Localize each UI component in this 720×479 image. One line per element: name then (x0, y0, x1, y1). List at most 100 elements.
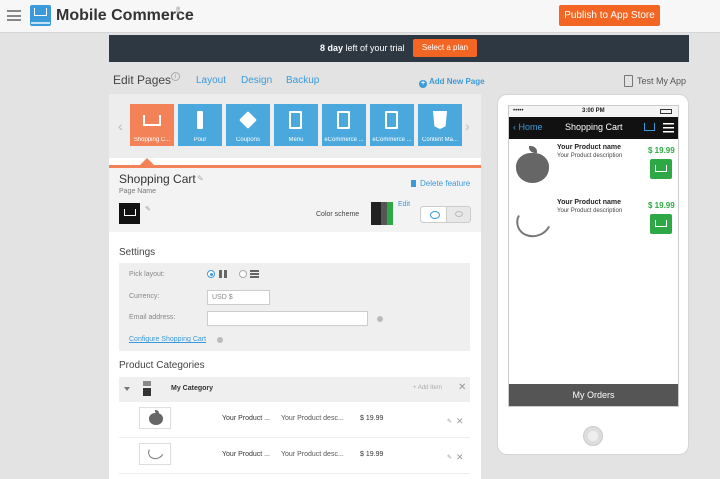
apple-icon (513, 146, 553, 186)
page-tile-label: Menu (288, 137, 304, 143)
page-tile-label: Coupons (235, 137, 261, 143)
status-time: 3:00 PM (582, 108, 605, 114)
category-name[interactable]: My Category (171, 385, 213, 392)
status-bar: ••••• 3:00 PM (509, 106, 678, 117)
tab-layout[interactable]: Layout (196, 75, 226, 86)
active-page-pointer (140, 158, 154, 165)
feature-appearance-row: ✎ Color scheme Edit (109, 200, 481, 232)
page-tile-menu[interactable]: Menu (274, 104, 318, 146)
page-tile-ecommerce-2[interactable]: eCommerce ... (370, 104, 414, 146)
chevron-right-icon[interactable]: › (465, 118, 470, 134)
table-row[interactable]: Your Product ... Your Product desc... $ … (119, 402, 470, 438)
pencil-icon[interactable]: ✎ (197, 174, 204, 183)
eye-icon[interactable] (421, 207, 447, 222)
cart-icon (143, 115, 161, 126)
signal-icon: ••••• (513, 108, 524, 114)
hamburger-menu-icon[interactable] (7, 10, 21, 21)
add-new-page-button[interactable]: + Add New Page (419, 77, 485, 88)
phone-preview: ••••• 3:00 PM ‹ Home Shopping Cart Your … (497, 94, 689, 455)
page-tile-label: Pour (193, 137, 207, 143)
feature-title: Shopping Cart (119, 172, 196, 186)
pencil-icon[interactable]: ✎ (145, 205, 151, 213)
page-tile-coupons[interactable]: Coupons (226, 104, 270, 146)
feature-icon-thumbnail[interactable] (119, 203, 140, 224)
pencil-icon[interactable]: ✎ (447, 418, 452, 425)
back-button[interactable]: ‹ Home (513, 122, 543, 132)
chevron-down-icon[interactable] (124, 387, 130, 391)
document-icon (289, 111, 302, 129)
product-description: Your Product desc... (281, 415, 344, 422)
delete-feature-button[interactable]: Delete feature (411, 179, 470, 188)
table-row[interactable]: Your Product ... Your Product desc... $ … (119, 438, 470, 474)
tab-backup[interactable]: Backup (286, 75, 319, 86)
phone-navbar: ‹ Home Shopping Cart (509, 117, 678, 139)
layout-list-radio[interactable] (239, 270, 247, 278)
currency-select[interactable]: USD $ (207, 290, 270, 305)
feature-header: Shopping Cart ✎ Page Name Delete feature… (109, 168, 481, 232)
battery-icon (660, 109, 672, 114)
info-icon[interactable] (217, 337, 223, 343)
product-categories-title: Product Categories (119, 360, 205, 371)
page-tile-label: Shopping C... (133, 137, 171, 143)
document-icon (337, 111, 350, 129)
grid-layout-icon (219, 270, 227, 278)
add-item-button[interactable]: + Add Item (413, 385, 442, 391)
pick-layout-label: Pick layout: (129, 271, 165, 278)
add-to-cart-button[interactable] (650, 214, 672, 234)
page-tile-content-manager[interactable]: Content Ma... (418, 104, 462, 146)
tag-icon (239, 111, 257, 129)
product-name: Your Product ... (222, 451, 270, 458)
my-orders-button[interactable]: My Orders (509, 384, 678, 406)
email-field[interactable] (207, 311, 368, 326)
phone-screen: ••••• 3:00 PM ‹ Home Shopping Cart Your … (508, 105, 679, 407)
trash-icon (411, 180, 416, 187)
layout-grid-radio[interactable] (207, 270, 215, 278)
trial-message: left of your trial (343, 43, 405, 53)
select-plan-button[interactable]: Select a plan (413, 39, 477, 57)
color-scheme-edit-link[interactable]: Edit (398, 201, 410, 208)
product-price: $ 19.99 (648, 201, 675, 210)
phone-nav-title: Shopping Cart (565, 122, 623, 132)
configure-shopping-cart-link[interactable]: Configure Shopping Cart (129, 336, 206, 343)
page-tile-shopping-cart[interactable]: Shopping C... (130, 104, 174, 146)
product-price: $ 19.99 (360, 451, 384, 458)
delete-feature-label: Delete feature (420, 179, 471, 188)
publish-button[interactable]: Publish to App Store (559, 5, 660, 26)
category-icon (143, 381, 151, 396)
color-scheme-label: Color scheme (316, 211, 360, 218)
home-button[interactable] (583, 426, 603, 446)
info-icon[interactable] (377, 316, 383, 322)
trial-days: 8 day (320, 43, 344, 53)
product-name: Your Product name (557, 199, 622, 206)
eye-hidden-icon[interactable] (455, 211, 463, 217)
pencil-icon[interactable]: ✎ (447, 454, 452, 461)
phone-icon (624, 75, 633, 87)
tab-design[interactable]: Design (241, 75, 272, 86)
list-item[interactable]: Your Product name Your Product descripti… (509, 141, 678, 196)
product-price: $ 19.99 (360, 415, 384, 422)
document-icon (385, 111, 398, 129)
add-new-page-label: Add New Page (429, 77, 485, 86)
close-icon[interactable]: ✕ (458, 382, 466, 393)
product-price: $ 19.99 (648, 146, 675, 155)
top-header: Mobile Commerce ✎ Publish to App Store (0, 0, 720, 33)
page-tile-label: eCommerce ... (324, 137, 364, 143)
color-scheme-swatch[interactable] (371, 202, 393, 225)
back-label: Home (518, 122, 543, 132)
page-tile-ecommerce-1[interactable]: eCommerce ... (322, 104, 366, 146)
tab-edit-pages[interactable]: Edit Pages (113, 73, 171, 87)
page-tile-pour[interactable]: Pour (178, 104, 222, 146)
info-icon[interactable]: i (171, 72, 180, 81)
close-icon[interactable]: ✕ (456, 452, 464, 463)
close-icon[interactable]: ✕ (456, 416, 464, 427)
menu-icon[interactable] (663, 123, 674, 133)
add-to-cart-button[interactable] (650, 159, 672, 179)
pages-strip: ‹ Shopping C... Pour Coupons Menu eComme… (109, 94, 481, 158)
cart-icon[interactable] (644, 123, 655, 131)
chevron-left-icon[interactable]: ‹ (118, 118, 123, 134)
list-item[interactable]: Your Product name Your Product descripti… (509, 196, 678, 251)
visibility-toggle[interactable] (420, 206, 471, 223)
currency-label: Currency: (129, 293, 160, 300)
editor-panel: ‹ Shopping C... Pour Coupons Menu eComme… (109, 94, 481, 479)
test-my-app-button[interactable]: Test My App (624, 75, 686, 87)
